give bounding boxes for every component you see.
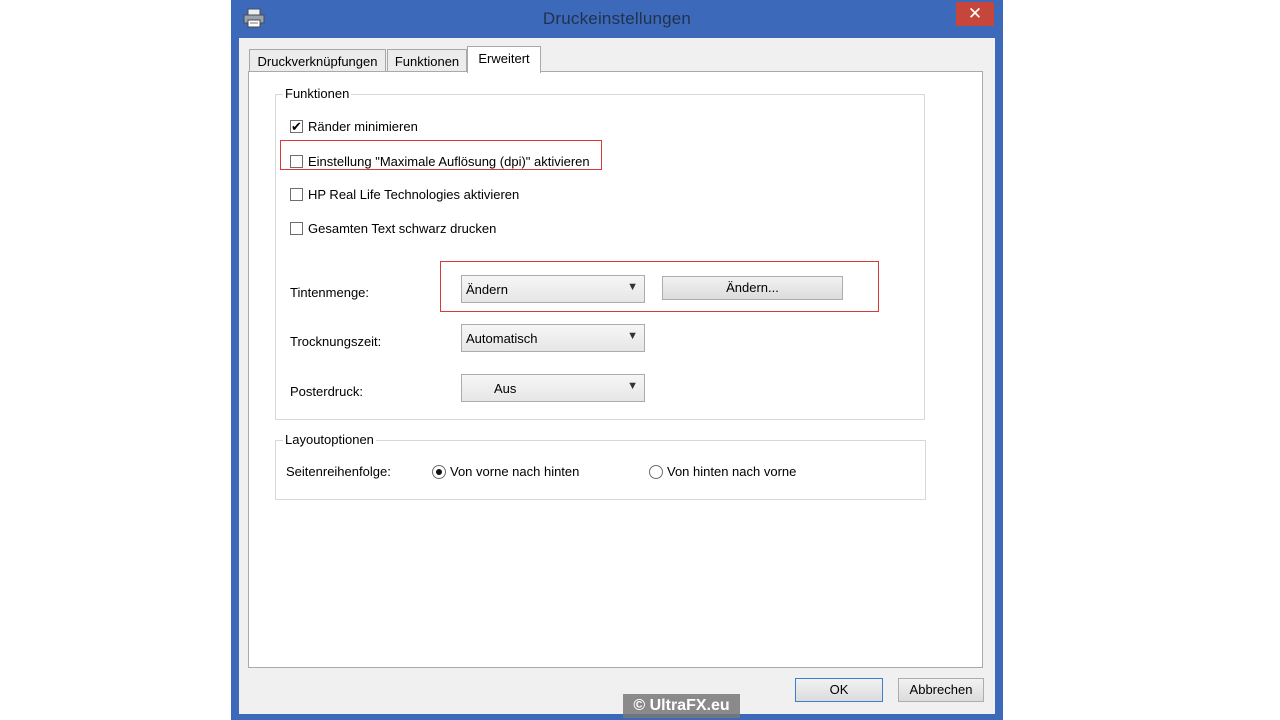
- tintenmenge-label: Tintenmenge:: [290, 285, 370, 300]
- tintenmenge-aendern-button[interactable]: Ändern...: [662, 276, 843, 300]
- title-bar: Druckeinstellungen ✕: [231, 0, 1003, 38]
- checkbox-label: Ränder minimieren: [308, 119, 418, 134]
- check-icon: ✔: [291, 119, 302, 134]
- layoutoptionen-group-title: Layoutoptionen: [283, 432, 376, 447]
- checkbox-label: HP Real Life Technologies aktivieren: [308, 187, 520, 202]
- cancel-button[interactable]: Abbrechen: [898, 678, 984, 702]
- checkbox-label: Gesamten Text schwarz drucken: [308, 221, 497, 236]
- select-value: Ändern: [466, 282, 508, 297]
- close-icon: ✕: [967, 4, 983, 23]
- checkbox-box[interactable]: [290, 155, 303, 168]
- posterdruck-select[interactable]: Aus ▼: [461, 374, 645, 402]
- radio-button[interactable]: [649, 465, 663, 479]
- tab-funktionen[interactable]: Funktionen: [387, 49, 467, 71]
- radio-button[interactable]: [432, 465, 446, 479]
- select-value: Automatisch: [466, 331, 538, 346]
- radio-label: Von vorne nach hinten: [450, 464, 580, 479]
- tab-label: Druckverknüpfungen: [257, 54, 378, 69]
- watermark-text: © UltraFX.eu: [623, 694, 740, 718]
- checkbox-box[interactable]: [290, 222, 303, 235]
- funktionen-group-title: Funktionen: [283, 86, 352, 101]
- checkbox-box[interactable]: [290, 188, 303, 201]
- ok-button[interactable]: OK: [795, 678, 883, 702]
- chevron-down-icon: ▼: [627, 330, 638, 342]
- posterdruck-label: Posterdruck:: [290, 384, 363, 399]
- window-title: Druckeinstellungen: [542, 9, 692, 28]
- radio-selected-dot: [436, 469, 442, 475]
- chevron-down-icon: ▼: [627, 380, 638, 392]
- tab-label: Erweitert: [478, 51, 530, 66]
- tab-druckverknuepfungen[interactable]: Druckverknüpfungen: [249, 49, 386, 71]
- trocknungszeit-select[interactable]: Automatisch ▼: [461, 324, 645, 352]
- tab-panel-erweitert: Funktionen ✔ Ränder minimieren Einstellu…: [248, 71, 983, 668]
- radio-label: Von hinten nach vorne: [667, 464, 797, 479]
- chevron-down-icon: ▼: [627, 281, 638, 293]
- tintenmenge-select[interactable]: Ändern ▼: [461, 275, 645, 303]
- dialog-client-area: Druckverknüpfungen Funktionen Erweitert …: [239, 38, 995, 714]
- trocknungszeit-label: Trocknungszeit:: [290, 334, 382, 349]
- print-settings-window: Druckeinstellungen ✕ Druckverknüpfungen …: [231, 0, 1003, 720]
- checkbox-box[interactable]: ✔: [290, 120, 303, 133]
- seitenreihenfolge-label: Seitenreihenfolge:: [286, 464, 391, 479]
- tab-label: Funktionen: [394, 54, 460, 69]
- close-button[interactable]: ✕: [956, 2, 994, 26]
- checkbox-label: Einstellung "Maximale Auflösung (dpi)" a…: [308, 154, 590, 169]
- select-value: Aus: [494, 381, 517, 396]
- tab-erweitert[interactable]: Erweitert: [467, 46, 541, 73]
